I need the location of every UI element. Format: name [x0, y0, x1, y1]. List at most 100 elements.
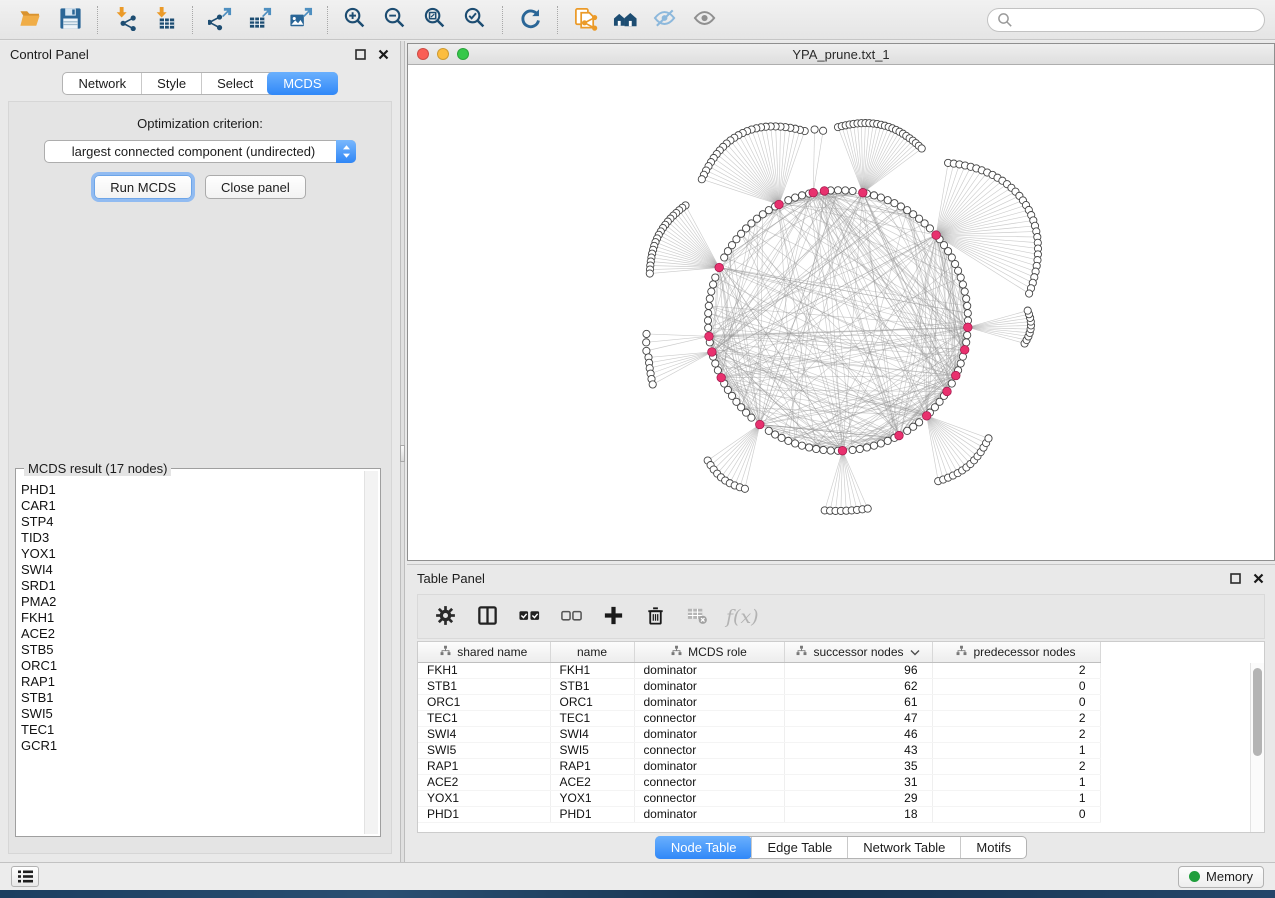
- table-row[interactable]: ORC1ORC1dominator610: [418, 694, 1100, 710]
- export-network-icon: [208, 6, 233, 34]
- search-box[interactable]: [987, 8, 1265, 32]
- zoom-in-button[interactable]: [335, 3, 375, 37]
- criterion-select[interactable]: largest connected component (undirected): [44, 140, 356, 163]
- network-canvas[interactable]: [408, 65, 1274, 560]
- float-table-panel-icon[interactable]: [1228, 572, 1242, 586]
- search-input[interactable]: [1019, 12, 1255, 27]
- export-image-button[interactable]: [280, 3, 320, 37]
- column-header-MCDS-role[interactable]: MCDS role: [634, 642, 784, 662]
- table-row[interactable]: STB1STB1dominator620: [418, 678, 1100, 694]
- hide-selected-button[interactable]: [645, 3, 685, 37]
- delete-column-icon: [644, 604, 667, 630]
- save-session-button[interactable]: [50, 3, 90, 37]
- control-panel: Control Panel NetworkStyleSelectMCDS Opt…: [0, 41, 400, 862]
- table-row[interactable]: TEC1TEC1connector472: [418, 710, 1100, 726]
- result-node[interactable]: FKH1: [21, 610, 361, 626]
- result-node[interactable]: ACE2: [21, 626, 361, 642]
- add-column-button[interactable]: [600, 604, 626, 630]
- table-scrollbar[interactable]: [1250, 663, 1264, 832]
- tab-select[interactable]: Select: [201, 73, 268, 94]
- column-header-successor-nodes[interactable]: successor nodes: [784, 642, 932, 662]
- memory-button[interactable]: Memory: [1178, 866, 1264, 888]
- result-node[interactable]: YOX1: [21, 546, 361, 562]
- result-node[interactable]: SRD1: [21, 578, 361, 594]
- network-window-titlebar[interactable]: YPA_prune.txt_1: [408, 44, 1274, 65]
- duplicate-network-button[interactable]: [565, 3, 605, 37]
- result-node[interactable]: SWI4: [21, 562, 361, 578]
- table-row[interactable]: SWI5SWI5connector431: [418, 742, 1100, 758]
- close-window-icon[interactable]: [417, 48, 429, 60]
- result-node[interactable]: STB5: [21, 642, 361, 658]
- maximize-window-icon[interactable]: [457, 48, 469, 60]
- show-columns-button[interactable]: [474, 604, 500, 630]
- memory-status-icon: [1189, 871, 1200, 882]
- table-panel-tabs: Node TableEdge TableNetwork TableMotifs: [407, 833, 1275, 862]
- result-node[interactable]: PHD1: [21, 482, 361, 498]
- export-network-button[interactable]: [200, 3, 240, 37]
- result-node[interactable]: TEC1: [21, 722, 361, 738]
- zoom-fit-button[interactable]: [415, 3, 455, 37]
- result-node[interactable]: CAR1: [21, 498, 361, 514]
- column-header-name[interactable]: name: [550, 642, 634, 662]
- tool-list-button[interactable]: [11, 866, 39, 887]
- result-node[interactable]: PMA2: [21, 594, 361, 610]
- zoom-selected-button[interactable]: [455, 3, 495, 37]
- table-tab-network-table[interactable]: Network Table: [847, 837, 960, 858]
- table-row[interactable]: YOX1YOX1connector291: [418, 790, 1100, 806]
- close-panel-icon[interactable]: [376, 48, 390, 62]
- table-row[interactable]: SWI4SWI4dominator462: [418, 726, 1100, 742]
- result-node[interactable]: ORC1: [21, 658, 361, 674]
- tab-mcds[interactable]: MCDS: [267, 72, 337, 95]
- delete-column-button[interactable]: [642, 604, 668, 630]
- splitter-handle[interactable]: [400, 445, 405, 462]
- zoom-fit-icon: [423, 6, 448, 34]
- refresh-view-icon: [518, 6, 543, 34]
- select-all-checks-button[interactable]: [516, 604, 542, 630]
- add-column-icon: [602, 604, 625, 630]
- node-table[interactable]: shared namenameMCDS rolesuccessor nodesp…: [418, 642, 1101, 823]
- column-header-shared-name[interactable]: shared name: [418, 642, 550, 662]
- table-tab-edge-table[interactable]: Edge Table: [751, 837, 847, 858]
- run-mcds-button[interactable]: Run MCDS: [94, 175, 192, 199]
- open-file-icon: [18, 6, 43, 34]
- minimize-window-icon[interactable]: [437, 48, 449, 60]
- table-row[interactable]: ACE2ACE2connector311: [418, 774, 1100, 790]
- result-node[interactable]: TID3: [21, 530, 361, 546]
- float-panel-icon[interactable]: [353, 48, 367, 62]
- mcds-tab-content: Optimization criterion: largest connecte…: [8, 101, 392, 854]
- deselect-all-checks-button[interactable]: [558, 604, 584, 630]
- show-all-button[interactable]: [685, 3, 725, 37]
- result-node[interactable]: STB1: [21, 690, 361, 706]
- result-node[interactable]: STP4: [21, 514, 361, 530]
- panel-splitter[interactable]: [400, 41, 405, 862]
- table-row[interactable]: FKH1FKH1dominator962: [418, 662, 1100, 678]
- main-toolbar: [0, 0, 1275, 40]
- table-panel-title: Table Panel: [417, 571, 485, 586]
- column-settings-gear-button[interactable]: [432, 604, 458, 630]
- result-node[interactable]: GCR1: [21, 738, 361, 754]
- refresh-view-button[interactable]: [510, 3, 550, 37]
- table-row[interactable]: RAP1RAP1dominator352: [418, 758, 1100, 774]
- zoom-out-button[interactable]: [375, 3, 415, 37]
- first-neighbors-button[interactable]: [605, 3, 645, 37]
- mcds-result-list[interactable]: PHD1CAR1STP4TID3YOX1SWI4SRD1PMA2FKH1ACE2…: [21, 482, 361, 833]
- result-node[interactable]: SWI5: [21, 706, 361, 722]
- import-table-button[interactable]: [145, 3, 185, 37]
- table-tab-node-table[interactable]: Node Table: [655, 836, 753, 859]
- import-network-button[interactable]: [105, 3, 145, 37]
- close-table-panel-icon[interactable]: [1251, 572, 1265, 586]
- column-header-predecessor-nodes[interactable]: predecessor nodes: [932, 642, 1100, 662]
- result-list-scrollbar[interactable]: [364, 471, 378, 834]
- table-scrollbar-thumb[interactable]: [1253, 668, 1262, 756]
- control-panel-title: Control Panel: [10, 47, 89, 62]
- select-all-checks-icon: [518, 604, 541, 630]
- network-graph[interactable]: [408, 65, 1274, 560]
- tab-style[interactable]: Style: [141, 73, 201, 94]
- open-file-button[interactable]: [10, 3, 50, 37]
- table-row[interactable]: PHD1PHD1dominator180: [418, 806, 1100, 822]
- tab-network[interactable]: Network: [63, 73, 141, 94]
- export-table-button[interactable]: [240, 3, 280, 37]
- table-tab-motifs[interactable]: Motifs: [960, 837, 1026, 858]
- close-panel-button[interactable]: Close panel: [205, 175, 306, 199]
- result-node[interactable]: RAP1: [21, 674, 361, 690]
